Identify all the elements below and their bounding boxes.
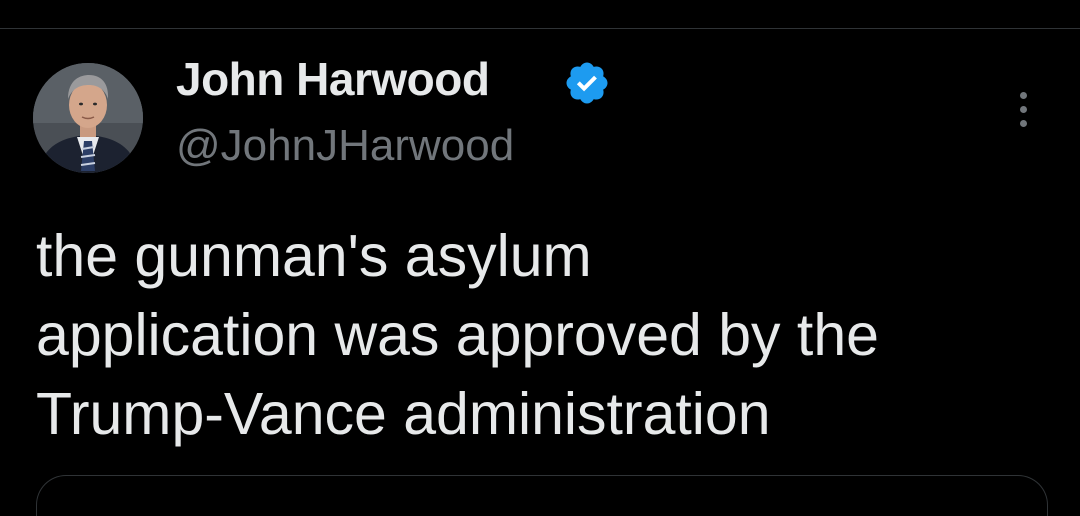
more-dot [1019,105,1027,113]
author-name[interactable]: John Harwood [176,52,490,106]
tweet-text: the gunman's asylum application was appr… [36,217,1046,454]
more-dot [1019,91,1027,99]
more-dot [1019,119,1027,127]
verified-badge-icon[interactable] [563,59,611,107]
quoted-card-edge[interactable] [36,475,1048,516]
author-handle[interactable]: @JohnJHarwood [176,121,514,171]
tweet-text-line: application was approved by the [36,302,879,368]
tweet[interactable]: John Harwood @JohnJHarwood the gunman's … [0,29,1080,516]
tweet-text-line: Trump-Vance administration [36,381,771,447]
more-options-icon[interactable] [1008,84,1038,134]
author-avatar[interactable] [33,63,143,173]
tweet-text-line: the gunman's asylum [36,223,592,289]
